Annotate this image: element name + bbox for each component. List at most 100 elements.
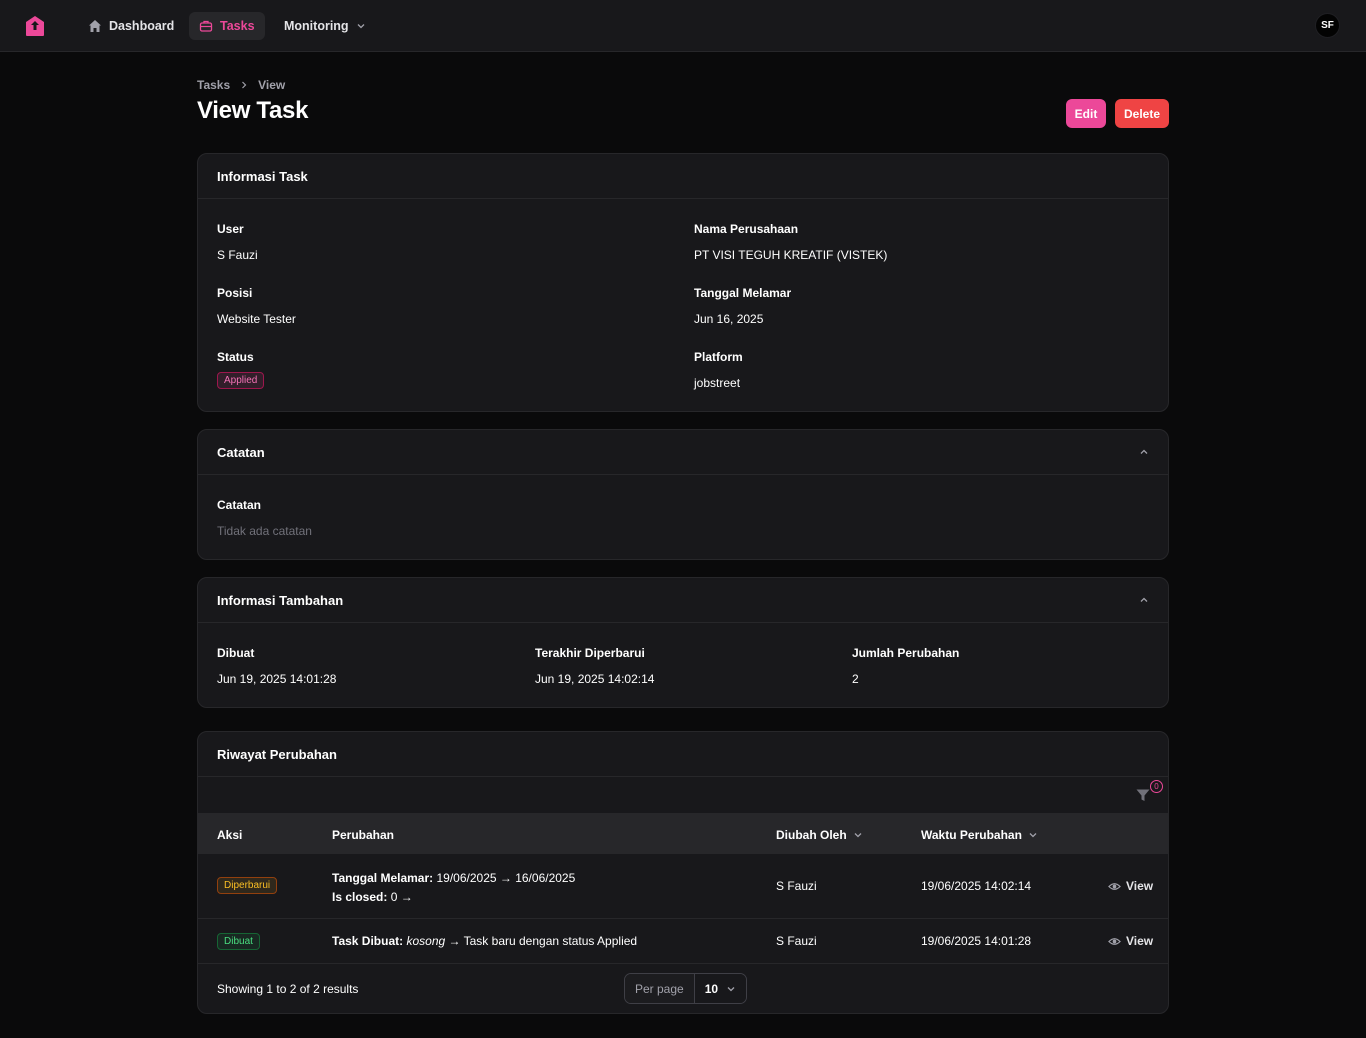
status-badge: Applied [217,372,265,389]
table-row: Diperbarui Tanggal Melamar: 19/06/2025 →… [198,854,1168,919]
view-button[interactable]: View [1108,934,1153,948]
action-cell: Dibuat [217,933,260,950]
field-status-label: Status [217,350,254,364]
eye-icon [1108,937,1121,945]
pagination-footer: Showing 1 to 2 of 2 results Per page 10 [198,964,1168,1012]
notes-card: Catatan Catatan Tidak ada catatan [197,429,1169,560]
field-applied-date-label: Tanggal Melamar [694,286,792,300]
breadcrumb-tasks[interactable]: Tasks [197,78,230,92]
user-avatar[interactable]: SF [1315,13,1340,38]
action-cell: Diperbarui [217,877,278,894]
field-status-value: Applied [217,372,265,389]
field-status: Status Applied [217,350,265,389]
field-platform-value: jobstreet [694,376,741,390]
chevron-right-icon [242,81,247,89]
field-company: Nama Perusahaan PT VISI TEGUH KREATIF (V… [694,222,887,262]
nav-tasks-label: Tasks [220,19,255,33]
field-platform: Platform jobstreet [694,350,743,390]
changed-at-cell: 19/06/2025 14:02:14 [921,879,1032,893]
col-waktu-perubahan[interactable]: Waktu Perubahan [921,828,1038,842]
history-title: Riwayat Perubahan [217,746,337,762]
changed-by-cell: S Fauzi [776,879,817,893]
task-info-header: Informasi Task [198,154,1168,199]
table-row: Dibuat Task Dibuat: kosong → Task baru d… [198,919,1168,964]
change-key: Tanggal Melamar: [332,871,434,885]
chevron-up-icon[interactable] [1139,447,1149,457]
top-navigation-bar: Dashboard Tasks Monitoring SF [0,0,1366,52]
field-company-label: Nama Perusahaan [694,222,799,236]
history-filter-bar: 0 [198,778,1168,814]
field-position-value: Website Tester [217,312,296,326]
field-notes-value: Tidak ada catatan [217,524,312,538]
change-value: 0 → [390,890,413,904]
field-created: Dibuat Jun 19, 2025 14:01:28 [217,646,336,686]
nav-monitoring[interactable]: Monitoring [274,12,376,40]
extra-info-title: Informasi Tambahan [217,592,344,608]
action-badge: Diperbarui [217,877,278,894]
history-header: Riwayat Perubahan [198,732,1168,777]
sort-chevron-icon [854,833,862,838]
field-position-label: Posisi [217,286,253,300]
field-updated: Terakhir Diperbarui Jun 19, 2025 14:02:1… [535,646,654,686]
eye-icon [1108,882,1121,890]
breadcrumb-view: View [258,78,286,92]
field-user-value: S Fauzi [217,248,258,262]
history-card: Riwayat Perubahan 0 Aksi Perubahan Diuba… [197,731,1169,1014]
extra-info-card: Informasi Tambahan Dibuat Jun 19, 2025 1… [197,577,1169,708]
field-user-label: User [217,222,244,236]
changed-at-cell: 19/06/2025 14:01:28 [921,934,1032,948]
delete-button[interactable]: Delete [1115,99,1169,128]
chevron-down-icon [727,986,735,991]
change-cell: Task Dibuat: kosong → Task baru dengan s… [332,934,637,948]
nav-dashboard-label: Dashboard [109,19,175,33]
nav-dashboard[interactable]: Dashboard [78,12,184,40]
field-changes-count: Jumlah Perubahan 2 [852,646,959,686]
chevron-down-icon [357,24,365,29]
edit-button[interactable]: Edit [1066,99,1106,128]
filter-count-badge: 0 [1150,780,1163,793]
field-notes-label: Catatan [217,498,262,512]
col-diubah-oleh-label: Diubah Oleh [776,828,847,842]
filter-icon[interactable] [1135,787,1151,803]
briefcase-icon [199,20,213,32]
home-icon [89,20,101,32]
nav-tasks[interactable]: Tasks [189,12,265,40]
notes-header[interactable]: Catatan [198,430,1168,475]
col-aksi: Aksi [217,828,243,842]
view-button-label: View [1126,934,1154,948]
extra-info-header[interactable]: Informasi Tambahan [198,578,1168,623]
view-button[interactable]: View [1108,879,1153,893]
task-info-card: Informasi Task User S Fauzi Nama Perusah… [197,153,1169,412]
change-key: Is closed: [332,890,388,904]
results-summary: Showing 1 to 2 of 2 results [217,982,359,996]
chevron-up-icon[interactable] [1139,595,1149,605]
col-perubahan: Perubahan [332,828,395,842]
view-button-label: View [1126,879,1154,893]
field-created-value: Jun 19, 2025 14:01:28 [217,672,337,686]
per-page-value[interactable]: 10 [694,974,747,1003]
app-logo-icon[interactable] [24,15,46,37]
field-position: Posisi Website Tester [217,286,296,326]
field-changes-count-label: Jumlah Perubahan [852,646,960,660]
per-page-select[interactable]: Per page 10 [624,973,748,1004]
col-diubah-oleh[interactable]: Diubah Oleh [776,828,863,842]
nav-monitoring-label: Monitoring [284,19,349,33]
field-platform-label: Platform [694,350,743,364]
page-title: View Task [197,97,309,124]
change-empty-value: kosong [406,934,446,948]
changed-by-cell: S Fauzi [776,934,817,948]
history-table-header: Aksi Perubahan Diubah Oleh Waktu Perubah… [198,814,1168,854]
task-info-title: Informasi Task [217,168,308,184]
field-applied-date: Tanggal Melamar Jun 16, 2025 [694,286,791,326]
field-notes: Catatan Tidak ada catatan [217,498,312,538]
field-applied-date-value: Jun 16, 2025 [694,312,764,326]
field-changes-count-value: 2 [852,672,859,686]
sort-chevron-icon [1029,833,1037,838]
field-user: User S Fauzi [217,222,258,262]
breadcrumb: Tasks View [197,78,285,92]
field-created-label: Dibuat [217,646,255,660]
notes-title: Catatan [217,444,265,460]
change-value: 19/06/2025 → 16/06/2025 [436,871,576,885]
change-value: → Task baru dengan status Applied [448,934,638,948]
field-updated-value: Jun 19, 2025 14:02:14 [535,672,655,686]
